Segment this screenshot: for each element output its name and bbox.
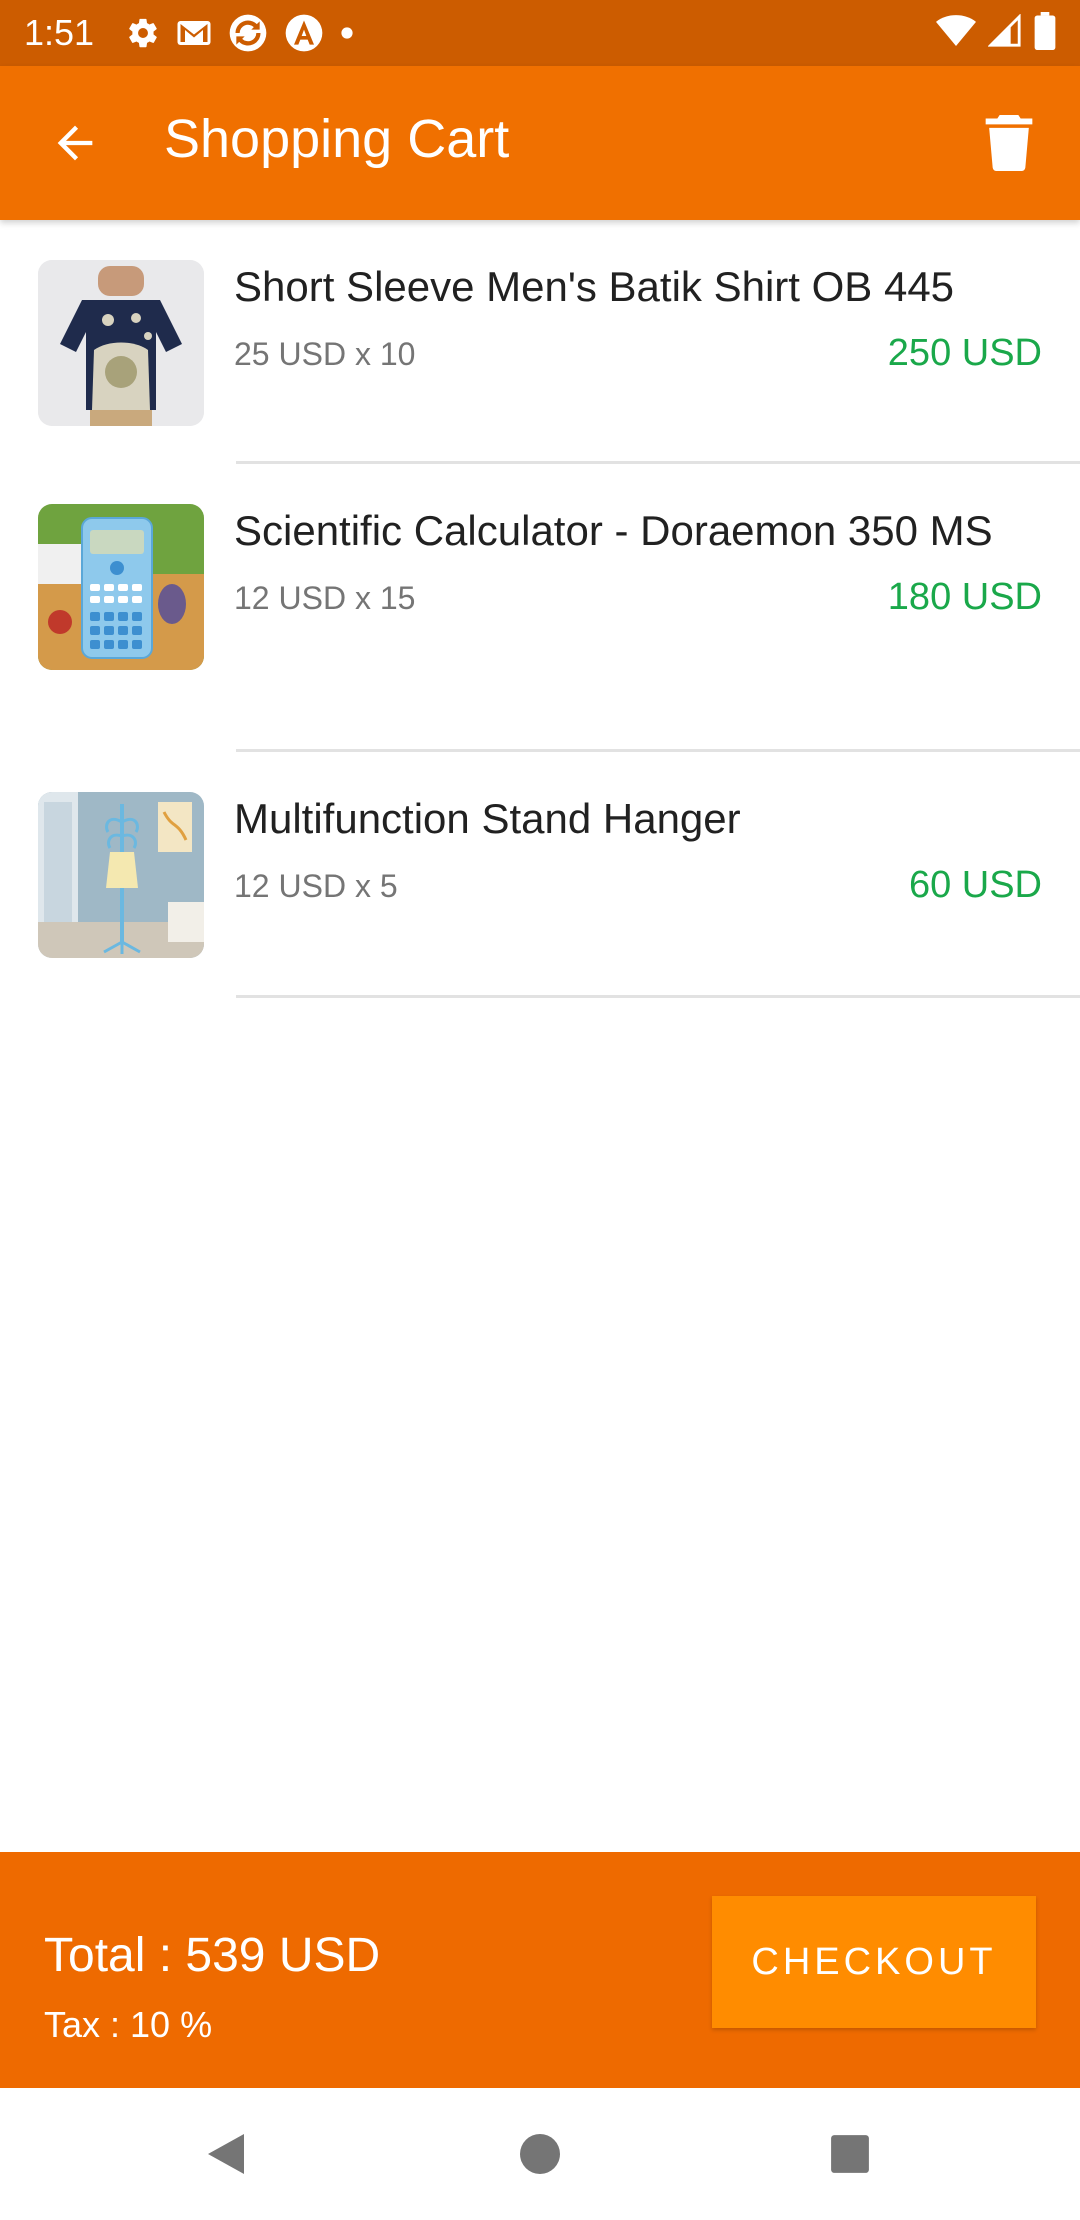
cart-item-info: Scientific Calculator - Doraemon 350 MS … [234, 504, 1042, 712]
item-name: Scientific Calculator - Doraemon 350 MS [234, 507, 993, 554]
sync-app-icon [228, 13, 268, 53]
status-system-icons [936, 11, 1056, 55]
item-meta: 25 USD x 10 250 USD [234, 332, 1042, 375]
status-time: 1:51 [24, 12, 95, 53]
cart-item[interactable]: Scientific Calculator - Doraemon 350 MS … [0, 464, 1080, 752]
nav-home-button[interactable] [460, 2088, 620, 2220]
status-notification-icons [126, 13, 354, 53]
cart-item[interactable]: Multifunction Stand Hanger 12 USD x 5 60… [0, 752, 1080, 998]
clear-cart-button[interactable] [932, 66, 1080, 220]
wifi-icon [936, 14, 976, 53]
batik-shirt-image [38, 260, 204, 426]
back-button[interactable] [0, 66, 154, 220]
item-subtotal: 60 USD [908, 864, 1042, 906]
nav-recents-button[interactable] [770, 2088, 930, 2220]
item-name: Short Sleeve Men's Batik Shirt OB 445 [234, 263, 955, 310]
item-subtotal: 180 USD [887, 576, 1042, 618]
nav-home-icon [520, 2134, 560, 2174]
item-price-quantity: 12 USD x 5 [234, 868, 398, 904]
nav-recents-icon [831, 2135, 869, 2173]
cart-total: Total : 539 USD [44, 1929, 381, 1982]
nav-back-button[interactable] [146, 2088, 306, 2220]
cart-list: Short Sleeve Men's Batik Shirt OB 445 25… [0, 220, 1080, 998]
cart-item-info: Multifunction Stand Hanger 12 USD x 5 60… [234, 792, 1042, 958]
gear-icon [126, 16, 160, 50]
cart-item-info: Short Sleeve Men's Batik Shirt OB 445 25… [234, 260, 1042, 424]
checkout-button[interactable]: CHECKOUT [712, 1896, 1036, 2028]
gmail-icon [176, 18, 212, 48]
item-price-quantity: 12 USD x 15 [234, 580, 416, 616]
arrow-back-icon [57, 125, 93, 161]
item-meta: 12 USD x 15 180 USD [234, 576, 1042, 619]
app-bar: Shopping Cart [0, 66, 1080, 220]
dot-icon [340, 26, 354, 40]
calculator-image [38, 504, 204, 670]
item-subtotal: 250 USD [887, 332, 1042, 374]
status-bar: 1:51 [0, 0, 1080, 66]
battery-icon [1034, 11, 1056, 55]
nav-back-icon [208, 2134, 244, 2174]
a-app-icon [284, 13, 324, 53]
cart-item[interactable]: Short Sleeve Men's Batik Shirt OB 445 25… [0, 220, 1080, 464]
stand-hanger-image [38, 792, 204, 958]
item-meta: 12 USD x 5 60 USD [234, 864, 1042, 907]
cart-summary-bar: Total : 539 USD Tax : 10 % CHECKOUT [0, 1852, 1080, 2088]
item-price-quantity: 25 USD x 10 [234, 336, 416, 372]
signal-icon [987, 12, 1022, 53]
page-title: Shopping Cart [164, 109, 510, 169]
cart-tax: Tax : 10 % [44, 2004, 213, 2045]
trash-icon [985, 115, 1033, 171]
system-nav-bar [0, 2088, 1080, 2220]
divider [236, 995, 1080, 998]
item-name: Multifunction Stand Hanger [234, 795, 741, 842]
